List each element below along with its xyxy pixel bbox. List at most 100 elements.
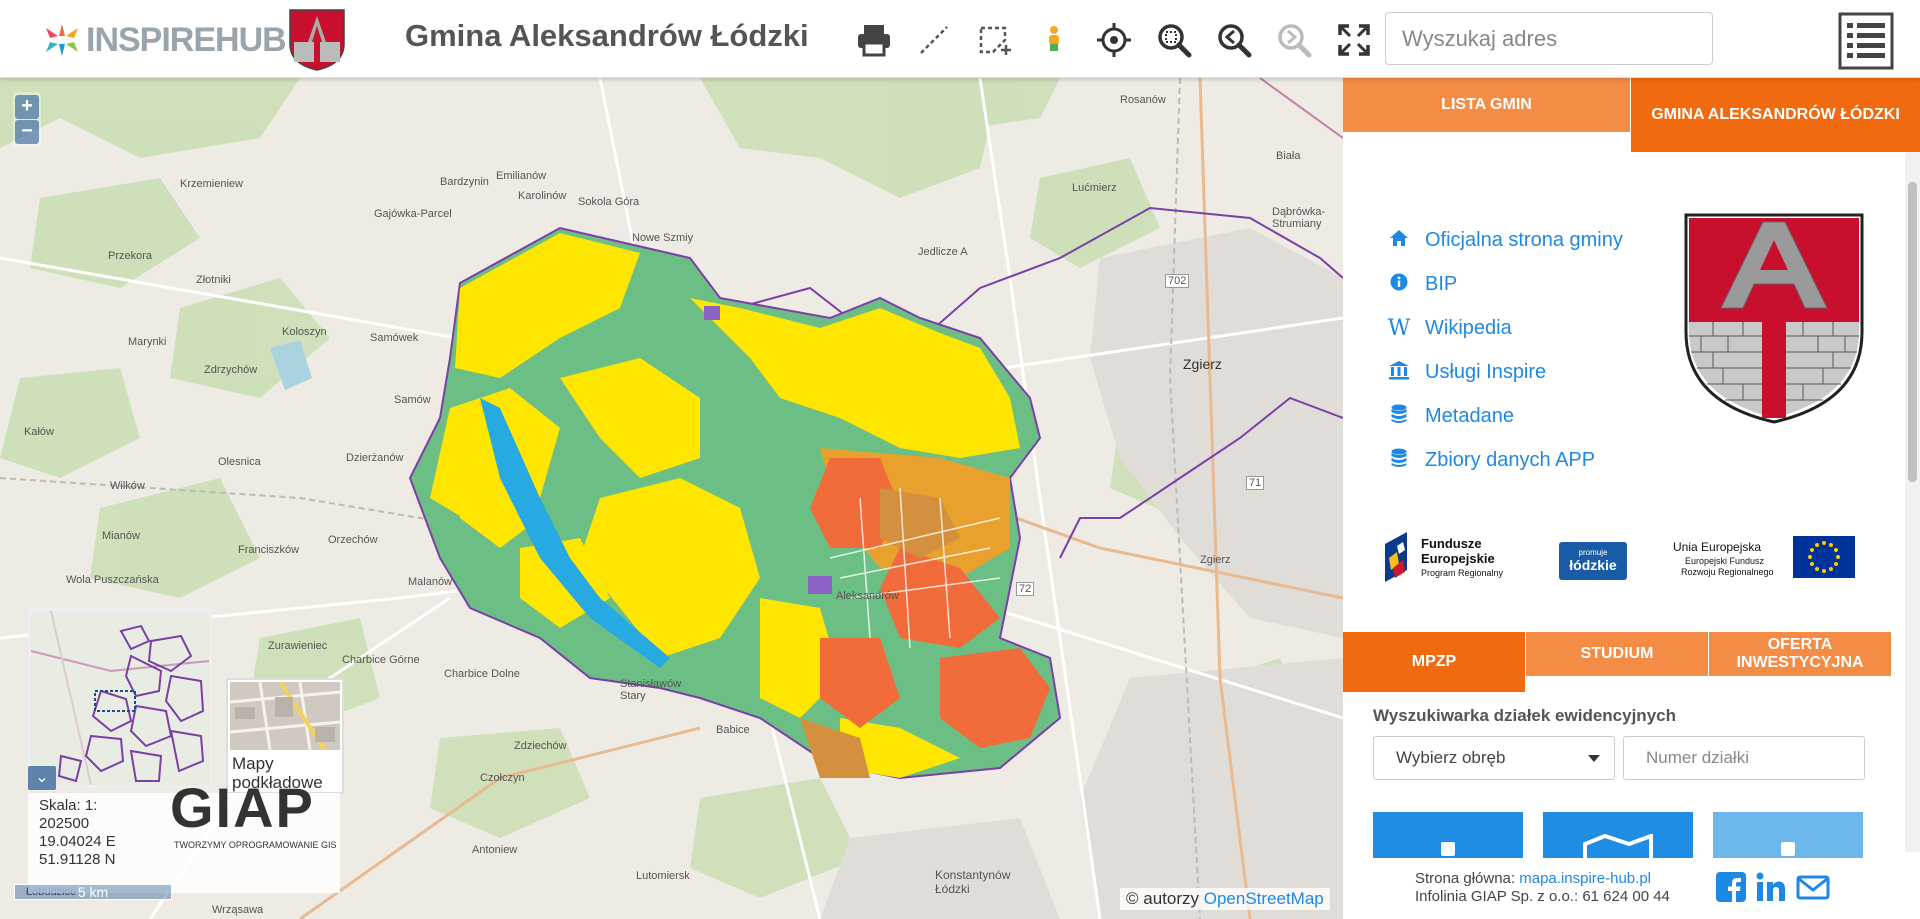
facebook-icon[interactable] bbox=[1716, 872, 1746, 902]
street-view-icon bbox=[1049, 26, 1059, 51]
link-label: Oficjalna strona gminy bbox=[1425, 228, 1623, 251]
link-label: Wikipedia bbox=[1425, 316, 1512, 339]
action-tile-1[interactable] bbox=[1373, 812, 1523, 858]
measure-area-button[interactable] bbox=[974, 20, 1014, 60]
tab-label: LISTA GMIN bbox=[1441, 96, 1532, 113]
action-tile-3[interactable] bbox=[1713, 812, 1863, 858]
zoom-next-button[interactable] bbox=[1274, 20, 1314, 60]
overview-map[interactable] bbox=[28, 608, 212, 788]
link-label: Usługi Inspire bbox=[1425, 360, 1547, 383]
footer-line-1: Strona główna: mapa.inspire-hub.pl bbox=[1415, 870, 1670, 888]
print-icon bbox=[858, 25, 890, 57]
inspirehub-logo-text: INSPIREHUB bbox=[86, 20, 287, 59]
link-label: Zbiory danych APP bbox=[1425, 448, 1596, 471]
tab-label: OFERTA INWESTYCYJNA bbox=[1736, 636, 1864, 671]
print-button[interactable] bbox=[854, 20, 894, 60]
fundusze-europejskie-title: Fundusze Europejskie bbox=[1421, 536, 1495, 566]
giap-logo: GIAP bbox=[170, 776, 315, 839]
address-search-input[interactable] bbox=[1385, 12, 1713, 65]
map-info-box: Skala: 1: 202500 19.04024 E 51.91128 N G… bbox=[28, 776, 340, 893]
home-icon bbox=[1387, 229, 1411, 252]
institution-icon bbox=[1387, 360, 1411, 385]
zoom-in-button[interactable]: + bbox=[15, 95, 39, 119]
tab-investment-offer[interactable]: OFERTA INWESTYCYJNA bbox=[1709, 632, 1891, 676]
ue-title: Unia Europejska bbox=[1673, 540, 1762, 554]
link-wikipedia[interactable]: W Wikipedia bbox=[1387, 306, 1623, 350]
fundusze-europejskie-logo-mark bbox=[1385, 532, 1407, 582]
zoom-extent-icon bbox=[1158, 24, 1192, 58]
street-view-button[interactable] bbox=[1034, 20, 1074, 60]
tab-municipality[interactable]: GMINA ALEKSANDRÓW ŁÓDZKI bbox=[1631, 78, 1920, 152]
map-attribution: © autorzy OpenStreetMap bbox=[1120, 888, 1330, 910]
map-view[interactable]: Zgierz Konstantynów Łódzki Aleksandrów R… bbox=[0, 78, 1343, 919]
precinct-select-value: Wybierz obręb bbox=[1396, 748, 1506, 767]
tile-icon bbox=[1781, 842, 1795, 856]
database-icon bbox=[1387, 404, 1411, 429]
scale-bar: 5 km bbox=[14, 884, 172, 900]
fullscreen-icon bbox=[1338, 24, 1370, 56]
link-metadata[interactable]: Metadane bbox=[1387, 394, 1623, 438]
side-panel: LISTA GMIN GMINA ALEKSANDRÓW ŁÓDZKI Ofic… bbox=[1343, 78, 1920, 919]
precinct-select[interactable]: Wybierz obręb bbox=[1373, 736, 1615, 780]
tile-icon bbox=[1441, 842, 1455, 856]
zoom-control: + − bbox=[13, 92, 41, 147]
database-icon bbox=[1387, 448, 1411, 473]
zoom-next-icon bbox=[1278, 24, 1312, 58]
link-bip[interactable]: BIP bbox=[1387, 262, 1623, 306]
zoom-previous-button[interactable] bbox=[1214, 20, 1254, 60]
tab-mpzp[interactable]: MPZP bbox=[1343, 632, 1525, 692]
tab-label: GMINA ALEKSANDRÓW ŁÓDZKI bbox=[1651, 106, 1900, 123]
scrollbar-thumb[interactable] bbox=[1908, 182, 1917, 482]
info-icon bbox=[1387, 273, 1411, 296]
municipality-coat-of-arms bbox=[1684, 213, 1864, 424]
action-tile-2[interactable] bbox=[1543, 812, 1693, 858]
linkedin-icon[interactable] bbox=[1756, 872, 1786, 902]
menu-button[interactable] bbox=[1838, 12, 1894, 70]
osm-link[interactable]: OpenStreetMap bbox=[1204, 889, 1324, 908]
tab-label: MPZP bbox=[1411, 653, 1457, 670]
panel-footer: Strona główna: mapa.inspire-hub.pl Infol… bbox=[1343, 862, 1905, 919]
inspirehub-logo[interactable]: INSPIREHUB bbox=[44, 20, 287, 60]
panel-scrollbar[interactable] bbox=[1905, 152, 1920, 852]
basemap-thumbnail bbox=[230, 682, 340, 750]
giap-tagline: TWORZYMY OPROGRAMOWANIE GIS bbox=[174, 840, 337, 850]
fundusze-europejskie-subtitle: Program Regionalny bbox=[1421, 568, 1504, 578]
overview-map-canvas bbox=[30, 610, 210, 786]
tab-label: STUDIUM bbox=[1580, 645, 1654, 662]
zoom-out-button[interactable]: − bbox=[15, 120, 39, 144]
basemap-thumbnail-image bbox=[230, 682, 340, 750]
inspirehub-logo-icon bbox=[46, 24, 78, 56]
link-app-datasets[interactable]: Zbiory danych APP bbox=[1387, 438, 1623, 482]
list-menu-icon bbox=[1838, 12, 1894, 70]
overview-toggle-button[interactable]: ⌄ bbox=[28, 766, 56, 790]
coordinates-readout: Skala: 1: 202500 19.04024 E 51.91128 N bbox=[39, 797, 116, 869]
scale-value: 202500 bbox=[39, 815, 90, 832]
footer-home-label: Strona główna: bbox=[1415, 870, 1516, 887]
locate-icon bbox=[1097, 23, 1131, 57]
tab-municipality-list[interactable]: LISTA GMIN bbox=[1343, 78, 1630, 132]
municipality-crest-small bbox=[289, 9, 345, 71]
parcel-number-input[interactable] bbox=[1623, 736, 1865, 780]
lodzkie-logo-text: łódzkie bbox=[1569, 557, 1617, 573]
app-root: INSPIREHUB Gmina Aleksandrów Łódzki Wysz… bbox=[0, 0, 1920, 919]
scale-label: Skala: 1: bbox=[39, 797, 98, 814]
envelope-icon[interactable] bbox=[1796, 872, 1830, 902]
tab-studium[interactable]: STUDIUM bbox=[1526, 632, 1708, 676]
link-inspire-services[interactable]: Usługi Inspire bbox=[1387, 350, 1623, 394]
ue-subtitle-2: Rozwoju Regionalnego bbox=[1681, 567, 1774, 577]
measure-area-icon bbox=[979, 26, 1011, 55]
lodzkie-logo: promuje łódzkie bbox=[1559, 542, 1627, 580]
zoom-extent-button[interactable] bbox=[1154, 20, 1194, 60]
link-official-site[interactable]: Oficjalna strona gminy bbox=[1387, 218, 1623, 262]
map-icon bbox=[1583, 834, 1653, 858]
wikipedia-icon: W bbox=[1387, 315, 1411, 341]
locate-button[interactable] bbox=[1094, 20, 1134, 60]
footer-text: Strona główna: mapa.inspire-hub.pl Infol… bbox=[1415, 870, 1670, 906]
page-title: Gmina Aleksandrów Łódzki bbox=[405, 18, 809, 53]
longitude-value: 19.04024 E bbox=[39, 833, 116, 850]
footer-home-link[interactable]: mapa.inspire-hub.pl bbox=[1519, 870, 1651, 887]
eu-funding-logos: Fundusze Europejskie Program Regionalny … bbox=[1385, 530, 1875, 586]
footer-line-2: Infolinia GIAP Sp. z o.o.: 61 624 00 44 bbox=[1415, 888, 1670, 905]
fullscreen-button[interactable] bbox=[1334, 20, 1374, 60]
measure-line-button[interactable] bbox=[914, 20, 954, 60]
